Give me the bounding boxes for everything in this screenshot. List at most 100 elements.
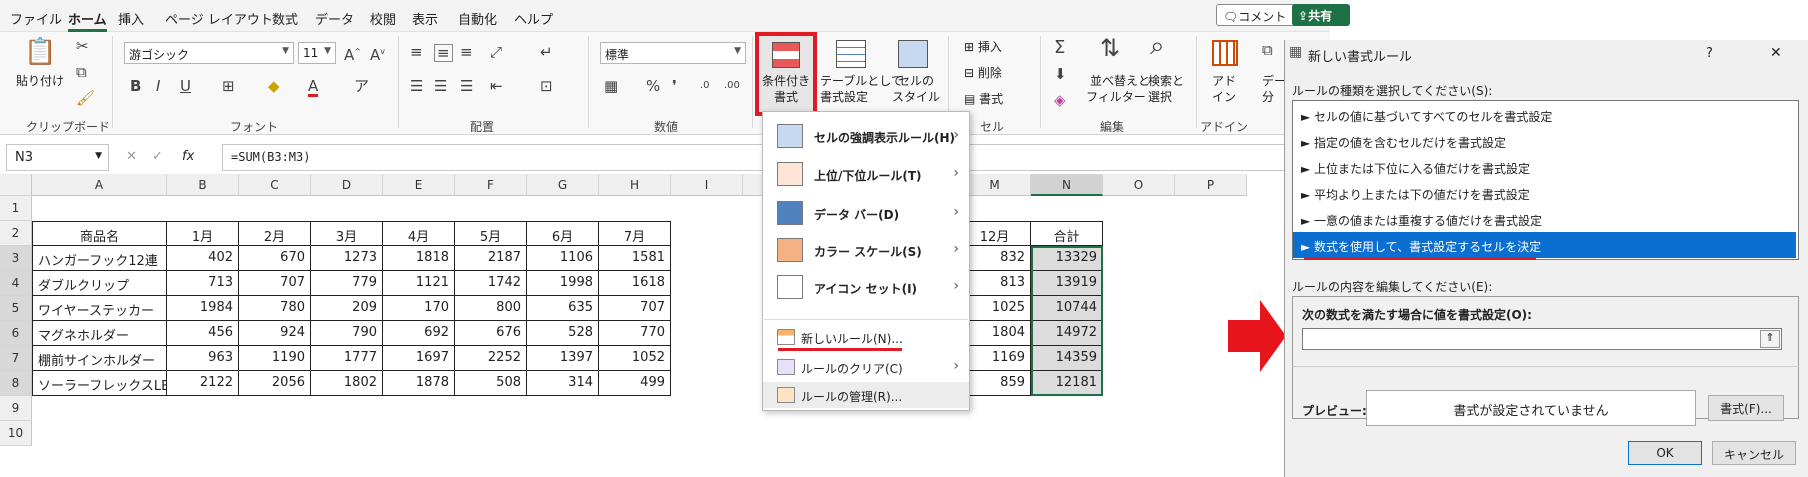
italic-button[interactable]: I xyxy=(156,78,160,94)
underline-button[interactable]: U xyxy=(180,78,191,94)
menu-tab[interactable]: 自動化 xyxy=(458,9,497,28)
product-name-cell[interactable]: ハンガーフック12連 xyxy=(32,246,167,271)
row-header[interactable]: 8 xyxy=(0,371,32,396)
value-cell[interactable]: 508 xyxy=(455,371,527,396)
value-cell[interactable]: 1984 xyxy=(167,296,239,321)
value-cell[interactable]: 2122 xyxy=(167,371,239,396)
value-cell[interactable]: 314 xyxy=(527,371,599,396)
number-format-select[interactable]: 標準 ▼ xyxy=(600,42,746,64)
menu-tab[interactable]: ページ レイアウト xyxy=(165,9,273,28)
menu-tab[interactable]: ホーム xyxy=(68,9,107,32)
addins-label[interactable]: アド xyxy=(1212,74,1236,89)
sort-filter-label[interactable]: 並べ替えと xyxy=(1090,74,1150,89)
comma-icon[interactable]: ❜ xyxy=(672,78,677,94)
collapse-dialog-icon[interactable]: ⇑ xyxy=(1760,330,1780,348)
value-cell[interactable]: 1581 xyxy=(599,246,671,271)
ok-button[interactable]: OK xyxy=(1628,441,1702,465)
borders-icon[interactable]: ⊞ xyxy=(222,78,235,94)
value-cell[interactable]: 800 xyxy=(455,296,527,321)
phonetic-icon[interactable]: ア xyxy=(354,78,369,94)
total-cell[interactable]: 14972 xyxy=(1031,321,1103,346)
delete-button[interactable]: ⊟ 削除 xyxy=(964,66,1002,81)
total-cell[interactable]: 13919 xyxy=(1031,271,1103,296)
value-cell[interactable]: 707 xyxy=(239,271,311,296)
align-left-icon[interactable]: ☰ xyxy=(410,78,423,94)
row-header[interactable]: 1 xyxy=(0,196,32,221)
product-name-cell[interactable]: ダブルクリップ xyxy=(32,271,167,296)
row-header[interactable]: 3 xyxy=(0,246,32,271)
column-header[interactable]: I xyxy=(671,174,743,196)
column-header[interactable]: N xyxy=(1031,174,1103,196)
value-cell[interactable]: 528 xyxy=(527,321,599,346)
find-select-icon[interactable]: ⌕ xyxy=(1150,33,1165,59)
value-cell[interactable]: 692 xyxy=(383,321,455,346)
total-cell[interactable]: 13329 xyxy=(1031,246,1103,271)
column-header[interactable]: G xyxy=(527,174,599,196)
value-cell[interactable]: 1818 xyxy=(383,246,455,271)
value-cell[interactable]: 456 xyxy=(167,321,239,346)
value-cell[interactable]: 1397 xyxy=(527,346,599,371)
orientation-icon[interactable]: ⤢ xyxy=(490,44,502,60)
menu-item[interactable]: カラー スケール(S) › xyxy=(763,230,969,270)
format-as-table-label[interactable]: テーブルとして xyxy=(820,74,903,89)
font-name-select[interactable]: 游ゴシック ▼ xyxy=(124,42,294,64)
product-name-cell[interactable]: マグネホルダー xyxy=(32,321,167,346)
close-button[interactable]: ✕ xyxy=(1770,45,1782,61)
value-cell[interactable]: 2187 xyxy=(455,246,527,271)
menu-item-manage-rules[interactable]: ルールの管理(R)... xyxy=(763,382,969,408)
menu-item[interactable]: データ バー(D) › xyxy=(763,193,969,233)
menu-item[interactable]: 上位/下位ルール(T) › xyxy=(763,154,969,194)
select-all-corner[interactable] xyxy=(0,174,32,196)
row-header[interactable]: 4 xyxy=(0,271,32,296)
merge-center-icon[interactable]: ⊡ xyxy=(540,78,553,94)
percent-button[interactable]: % xyxy=(646,78,660,94)
format-as-table-icon[interactable] xyxy=(836,40,866,68)
value-cell[interactable]: 707 xyxy=(599,296,671,321)
value-cell[interactable]: 635 xyxy=(527,296,599,321)
bold-button[interactable]: B xyxy=(130,78,141,94)
insert-function-button[interactable]: fx xyxy=(182,149,194,164)
currency-icon[interactable]: ▦ xyxy=(604,78,618,94)
total-cell[interactable]: 10744 xyxy=(1031,296,1103,321)
column-header[interactable]: F xyxy=(455,174,527,196)
cell-styles-label[interactable]: セルの xyxy=(898,74,934,89)
font-grow-icon[interactable]: A^ xyxy=(344,44,361,63)
value-cell[interactable]: 670 xyxy=(239,246,311,271)
column-header[interactable]: C xyxy=(239,174,311,196)
autosum-icon[interactable]: Σ xyxy=(1054,39,1065,57)
total-cell[interactable]: 14359 xyxy=(1031,346,1103,371)
value-cell[interactable]: 1190 xyxy=(239,346,311,371)
font-size-select[interactable]: 11 ▼ xyxy=(298,42,336,64)
menu-tab[interactable]: 表示 xyxy=(412,9,438,28)
row-header[interactable]: 2 xyxy=(0,221,32,246)
value-cell[interactable]: 1121 xyxy=(383,271,455,296)
menu-tab[interactable]: 数式 xyxy=(272,9,298,28)
data-analysis-icon[interactable]: ⧉ xyxy=(1262,42,1273,58)
value-cell[interactable]: 790 xyxy=(311,321,383,346)
cancel-button[interactable]: キャンセル xyxy=(1712,441,1796,465)
data-analysis-label[interactable]: デー xyxy=(1262,74,1286,89)
increase-decimal-icon[interactable]: .0 xyxy=(700,78,710,94)
rule-type-item[interactable]: ► 指定の値を含むセルだけを書式設定 xyxy=(1293,128,1796,154)
menu-item-clear-rules[interactable]: ルールのクリア(C) › xyxy=(763,354,969,380)
font-color-icon[interactable]: A xyxy=(308,78,319,97)
column-header[interactable]: O xyxy=(1103,174,1175,196)
addins-icon[interactable] xyxy=(1212,40,1238,66)
row-header[interactable]: 6 xyxy=(0,321,32,346)
value-cell[interactable]: 2252 xyxy=(455,346,527,371)
format-rule-button[interactable]: 書式(F)... xyxy=(1708,395,1784,421)
share-button[interactable]: ⇪共有 xyxy=(1292,4,1350,26)
menu-item[interactable]: アイコン セット(I) › xyxy=(763,267,969,307)
value-cell[interactable]: 1878 xyxy=(383,371,455,396)
value-cell[interactable]: 402 xyxy=(167,246,239,271)
value-cell[interactable]: 1273 xyxy=(311,246,383,271)
product-name-cell[interactable]: 棚前サインホルダー xyxy=(32,346,167,371)
row-header[interactable]: 10 xyxy=(0,421,32,446)
menu-tab[interactable]: ヘルプ xyxy=(514,9,553,28)
sort-filter-icon[interactable]: ⇅ xyxy=(1100,36,1120,60)
value-cell[interactable]: 2056 xyxy=(239,371,311,396)
cell-styles-icon[interactable] xyxy=(898,40,928,68)
column-header[interactable]: P xyxy=(1175,174,1247,196)
value-cell[interactable]: 1742 xyxy=(455,271,527,296)
value-cell[interactable]: 1697 xyxy=(383,346,455,371)
